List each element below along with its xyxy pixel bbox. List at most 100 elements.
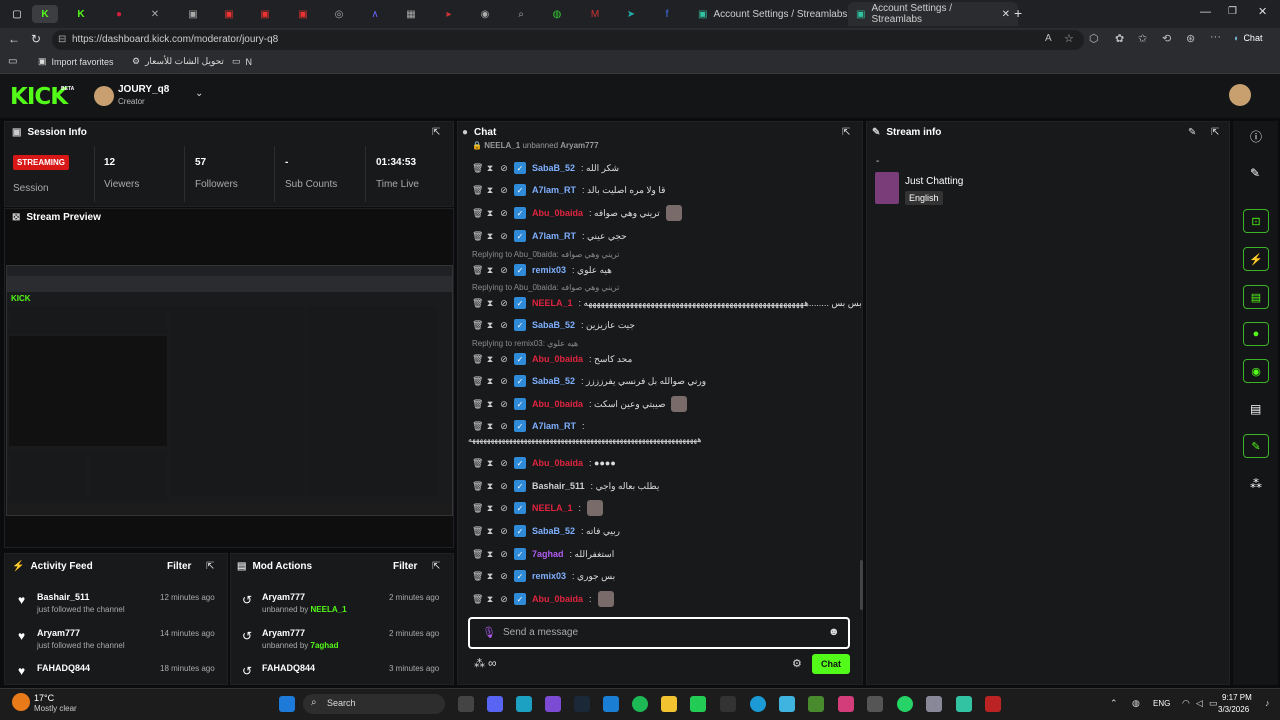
delete-icon[interactable]: 🗑: [472, 526, 483, 537]
delete-icon[interactable]: 🗑: [472, 594, 483, 605]
menu-dots-icon[interactable]: ···: [1210, 31, 1221, 43]
ban-icon[interactable]: ⊘: [500, 458, 508, 469]
settings-icon[interactable]: [926, 696, 942, 712]
bookmark-import[interactable]: ▣ Import favorites: [38, 56, 114, 67]
rail-chat-button[interactable]: ●: [1243, 322, 1269, 346]
popout-icon[interactable]: ⇱: [842, 127, 850, 138]
chat-username[interactable]: remix03: [532, 265, 566, 275]
favorite-star-icon[interactable]: ☆: [1064, 32, 1074, 45]
delete-icon[interactable]: 🗑: [472, 399, 483, 410]
timeout-hourglass-icon[interactable]: ⧗: [486, 571, 494, 582]
kick-logo[interactable]: KICK: [10, 84, 68, 110]
language-indicator[interactable]: ENG: [1153, 699, 1170, 708]
tab-icon[interactable]: ▣: [252, 5, 278, 23]
timeout-hourglass-icon[interactable]: ⧗: [486, 503, 494, 514]
chat-input-box[interactable]: 🎙 Send a message ☻: [468, 617, 850, 649]
ban-icon[interactable]: ⊘: [500, 421, 508, 432]
tab-kick-active[interactable]: K: [32, 5, 58, 23]
vscode-icon[interactable]: [603, 696, 619, 712]
ban-icon[interactable]: ⊘: [500, 298, 508, 309]
minimize-button[interactable]: —: [1200, 6, 1211, 18]
chat-username[interactable]: SabaB_52: [532, 376, 575, 386]
task-view-icon[interactable]: [458, 696, 474, 712]
streamlabs-icon[interactable]: [956, 696, 972, 712]
tab-telegram-icon[interactable]: ➤: [618, 5, 644, 23]
delete-icon[interactable]: 🗑: [472, 185, 483, 196]
chat-username[interactable]: Abu_0baida: [532, 208, 583, 218]
user-avatar[interactable]: [1229, 84, 1251, 106]
timeout-hourglass-icon[interactable]: ⧗: [486, 163, 494, 174]
windows-start-icon[interactable]: [279, 696, 295, 712]
rail-tools-button[interactable]: ✎: [1243, 434, 1269, 458]
extension-icon[interactable]: ✿: [1115, 32, 1124, 45]
ban-icon[interactable]: ⊘: [500, 399, 508, 410]
chat-username[interactable]: 7aghad: [532, 549, 564, 559]
delete-icon[interactable]: 🗑: [472, 571, 483, 582]
bookmark-arabic[interactable]: ⚙ تحويل الشات للأسعار: [132, 56, 224, 67]
tab-gmail-icon[interactable]: M: [582, 5, 608, 23]
delete-icon[interactable]: 🗑: [472, 421, 483, 432]
edit-pencil-icon[interactable]: ✎: [1188, 127, 1196, 138]
chat-settings-gear-icon[interactable]: ⚙: [792, 657, 802, 670]
ban-icon[interactable]: ⊘: [500, 265, 508, 276]
chat-username[interactable]: Abu_0baida: [532, 458, 583, 468]
popout-icon[interactable]: ⇱: [1211, 127, 1219, 138]
notifications-bell-icon[interactable]: ♪: [1265, 698, 1270, 708]
weather-icon[interactable]: [12, 693, 30, 711]
edit-icon[interactable]: ✎: [1250, 166, 1260, 180]
taskbar-search[interactable]: ⌕ Search: [303, 694, 445, 714]
ban-icon[interactable]: ⊘: [500, 208, 508, 219]
ban-icon[interactable]: ⊘: [500, 163, 508, 174]
delete-icon[interactable]: 🗑: [472, 354, 483, 365]
new-tab-button[interactable]: +: [1014, 5, 1022, 21]
tab-kick[interactable]: K: [68, 5, 94, 23]
delete-icon[interactable]: 🗑: [472, 376, 483, 387]
tab-search-icon[interactable]: ⌕: [508, 5, 534, 23]
timeout-hourglass-icon[interactable]: ⧗: [486, 549, 494, 560]
ban-icon[interactable]: ⊘: [500, 571, 508, 582]
delete-icon[interactable]: 🗑: [472, 320, 483, 331]
timeout-hourglass-icon[interactable]: ⧗: [486, 458, 494, 469]
site-info-icon[interactable]: ⊟: [58, 30, 66, 50]
close-window-button[interactable]: ✕: [1258, 5, 1267, 18]
popout-icon[interactable]: ⇱: [432, 561, 440, 572]
delete-icon[interactable]: 🗑: [472, 231, 483, 242]
timeout-hourglass-icon[interactable]: ⧗: [486, 320, 494, 331]
ban-icon[interactable]: ⊘: [500, 320, 508, 331]
chat-username[interactable]: remix03: [532, 571, 566, 581]
popout-icon[interactable]: ⇱: [432, 127, 440, 138]
tab-streamlabs-1[interactable]: ▣ Account Settings / Streamlabs: [690, 2, 860, 26]
steam-icon[interactable]: [574, 696, 590, 712]
delete-icon[interactable]: 🗑: [472, 265, 483, 276]
sidebar-toggle-icon[interactable]: ▭: [8, 56, 17, 67]
chat-username[interactable]: Abu_0baida: [532, 594, 583, 604]
tray-chevron-icon[interactable]: ⌃: [1110, 698, 1118, 709]
timeout-hourglass-icon[interactable]: ⧗: [486, 298, 494, 309]
notepad-icon[interactable]: [779, 696, 795, 712]
clock-date[interactable]: 3/3/2026: [1218, 705, 1249, 714]
infinity-icon[interactable]: ∞: [488, 656, 497, 670]
chat-username[interactable]: NEELA_1: [532, 503, 573, 513]
file-explorer-icon[interactable]: [661, 696, 677, 712]
tab-icon[interactable]: ◉: [472, 5, 498, 23]
back-button[interactable]: ←: [8, 32, 20, 46]
delete-icon[interactable]: 🗑: [472, 503, 483, 514]
emoji-icon[interactable]: ☻: [828, 626, 840, 638]
channel-switch-chevron-icon[interactable]: ⌄: [195, 88, 203, 99]
app-icon[interactable]: [985, 696, 1001, 712]
timeout-hourglass-icon[interactable]: ⧗: [486, 185, 494, 196]
stream-preview-video[interactable]: KICK: [6, 265, 453, 516]
extensions-icon[interactable]: ⬡: [1089, 32, 1099, 45]
chat-username[interactable]: A7lam_RT: [532, 185, 576, 195]
ban-icon[interactable]: ⊘: [500, 231, 508, 242]
layers-icon[interactable]: ▤: [1250, 402, 1261, 416]
spotify-icon[interactable]: [632, 696, 648, 712]
tab-icon[interactable]: ◍: [544, 5, 570, 23]
timeout-hourglass-icon[interactable]: ⧗: [486, 526, 494, 537]
battery-icon[interactable]: ▭: [1209, 698, 1218, 709]
rail-bolt-button[interactable]: ⚡: [1243, 247, 1269, 271]
epic-games-icon[interactable]: [720, 696, 736, 712]
minecraft-icon[interactable]: [808, 696, 824, 712]
delete-icon[interactable]: 🗑: [472, 298, 483, 309]
rail-screenshot-button[interactable]: ⊡: [1243, 209, 1269, 233]
